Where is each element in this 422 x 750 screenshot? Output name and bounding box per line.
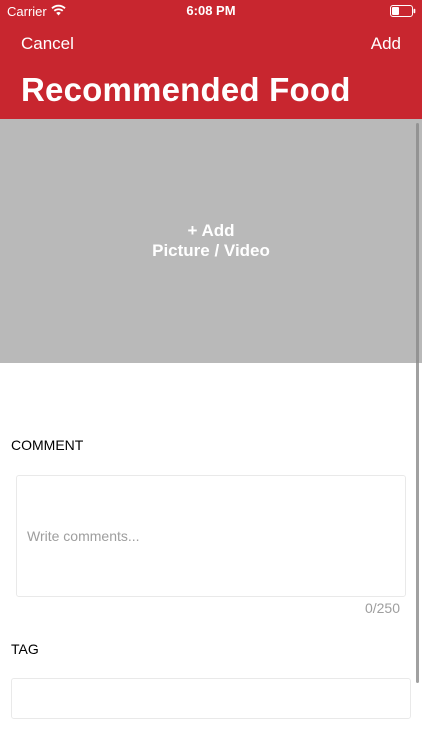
add-media-button[interactable]: + Add Picture / Video [0, 119, 422, 363]
battery-icon [390, 5, 416, 17]
media-type-label: Picture / Video [152, 241, 270, 260]
header: Carrier 6:08 PM Cancel Add Recommended F… [0, 0, 422, 119]
character-counter: 0/250 [364, 600, 400, 616]
comment-label: COMMENT [11, 437, 84, 453]
screen: Carrier 6:08 PM Cancel Add Recommended F… [0, 0, 422, 750]
status-bar: Carrier 6:08 PM [0, 0, 422, 22]
add-button[interactable]: Add [371, 34, 401, 54]
tag-input[interactable] [11, 678, 411, 719]
page-title: Recommended Food [21, 71, 351, 108]
comment-input[interactable]: Write comments... [16, 475, 406, 597]
cancel-button[interactable]: Cancel [21, 34, 74, 54]
tag-label: TAG [11, 641, 39, 657]
comment-placeholder: Write comments... [27, 528, 140, 544]
add-media-label: + Add [187, 221, 235, 240]
clock: 6:08 PM [186, 3, 236, 18]
scroll-indicator [416, 123, 419, 683]
